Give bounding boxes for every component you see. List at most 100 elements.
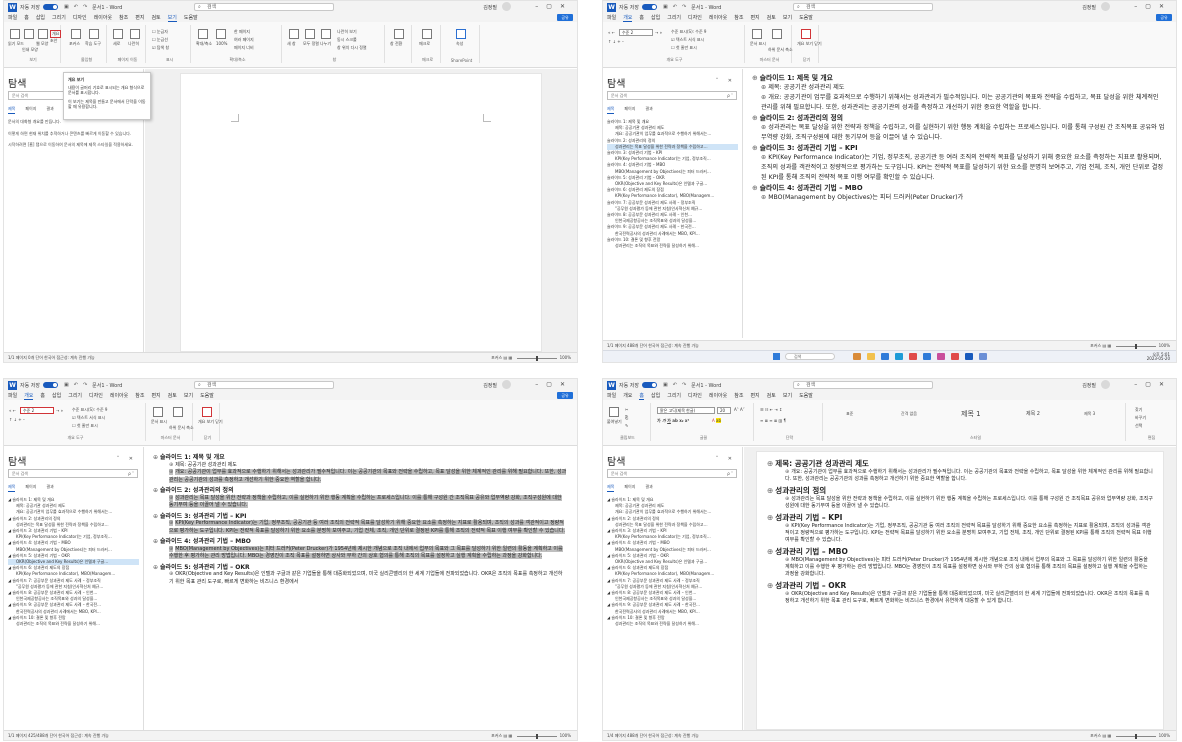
save-icon[interactable]: ▣	[663, 4, 668, 10]
select-button[interactable]: 선택	[1135, 423, 1142, 429]
bullet-icon[interactable]: ⊕	[761, 94, 766, 101]
undo-icon[interactable]: ↶	[74, 382, 78, 388]
menu-outline[interactable]: 개요	[623, 392, 632, 399]
redo-icon[interactable]: ↷	[682, 4, 686, 10]
menu-file[interactable]: 파일	[8, 392, 17, 399]
outline-paragraph[interactable]: ⊕ 개요: 공공기관이 업무를 효과적으로 수행하기 위해서는 성과관리가 필수적…	[767, 469, 1153, 483]
tab-pages[interactable]: 페이지	[25, 106, 36, 114]
outline-paragraph[interactable]: ⊕ 개요: 공공기관이 업무를 효과적으로 수행하기 위해서는 성과관리가 필수적…	[752, 93, 1166, 113]
read-mode-icon[interactable]	[10, 29, 20, 39]
folder-icon[interactable]	[867, 353, 875, 360]
tab-pages[interactable]: 페이지	[25, 484, 36, 492]
menu-references[interactable]: 참조	[734, 14, 743, 21]
nav-pane-controls[interactable]: ˅ ✕	[117, 456, 137, 462]
avatar[interactable]	[502, 2, 511, 11]
nav-search-input[interactable]: 문서 검색	[607, 91, 737, 100]
first-line-checkbox[interactable]: ☐ 첫 줄만 표시	[72, 423, 98, 429]
undo-icon[interactable]: ↶	[74, 4, 78, 10]
outline-heading[interactable]: ⊕ 슬라이드 1: 제목 및 개요	[752, 73, 1166, 83]
list-buttons[interactable]: ☰ ☷ ⇤ ⇥ ↕	[760, 407, 782, 412]
undo-icon[interactable]: ↶	[673, 382, 677, 388]
menu-draw[interactable]: 그리기	[68, 392, 82, 399]
tab-headings[interactable]: 제목	[607, 106, 615, 114]
taskbar-search[interactable]: 검색	[785, 353, 835, 360]
outline-paragraph[interactable]: ⊕ 성과관리는 목표 달성을 위한 전략과 정책을 수립하고, 이를 실현하기 위…	[153, 494, 567, 510]
autosave-toggle[interactable]	[43, 382, 58, 388]
save-icon[interactable]: ▣	[64, 382, 69, 388]
zoom-slider[interactable]	[516, 733, 557, 739]
bullet-icon[interactable]: ⊕	[169, 462, 173, 468]
show-document-icon[interactable]	[752, 29, 762, 39]
document-content[interactable]: ⊕ 제목: 공공기관 성과관리 제도 ⊕ 개요: 공공기관이 업무를 효과적으로 수행…	[767, 456, 1153, 605]
app-icon[interactable]	[937, 353, 945, 360]
bullet-icon[interactable]: ⊕	[169, 469, 174, 475]
focus-button[interactable]: 포커스	[491, 355, 502, 360]
close-outline-icon[interactable]	[801, 29, 811, 39]
font-size-select[interactable]: 20	[717, 407, 731, 414]
outline-heading[interactable]: ⊕ 슬라이드 2: 성과관리의 정의	[153, 487, 567, 495]
bullet-icon[interactable]: ⊕	[169, 494, 174, 501]
outline-level-select[interactable]: 수준 2	[619, 29, 653, 36]
tab-pages[interactable]: 페이지	[624, 106, 635, 114]
app-icon[interactable]	[979, 353, 987, 360]
font-name-select[interactable]: 맑은 고딕(제목 한글)	[657, 407, 715, 414]
replace-button[interactable]: 바꾸기	[1135, 415, 1146, 421]
collapse-subdocs-icon[interactable]	[173, 407, 183, 417]
share-button[interactable]: 공유	[557, 14, 573, 21]
promote-arrows-icon[interactable]: « ←	[608, 30, 615, 35]
promote-arrows-icon[interactable]: « ←	[9, 408, 16, 413]
redo-icon[interactable]: ↷	[682, 382, 686, 388]
menu-file[interactable]: 파일	[607, 392, 616, 399]
show-format-checkbox[interactable]: ☑ 텍스트 서식 표시	[671, 37, 704, 43]
align-buttons[interactable]: ≡ ≣ ≡ ≣ ▥ ¶	[760, 418, 786, 423]
font-style-buttons[interactable]: 가 가 가 ab x₂ x²	[657, 418, 689, 424]
outline-content[interactable]: ⊕ 슬라이드 1: 제목 및 개요 ⊕ 제목: 공공기관 성과관리 제도 ⊕ 개요: 공공…	[153, 451, 567, 586]
bullet-icon[interactable]: ⊕	[785, 496, 789, 502]
nav-heading-item[interactable]: 성과관리는 조직의 목표와 전략을 달성하기 위해…	[607, 243, 738, 249]
move-arrows-icon[interactable]: ↑ ↓ + –	[9, 417, 25, 422]
menu-draw[interactable]: 그리기	[667, 14, 681, 21]
outline-paragraph[interactable]: ⊕ OKR(Objective and Key Results)은 인텔과 구글과…	[153, 571, 567, 586]
menu-home[interactable]: 홈	[40, 392, 45, 399]
menu-view[interactable]: 보기	[184, 392, 193, 399]
focus-icon[interactable]	[71, 29, 81, 39]
zoom-level[interactable]: 100%	[560, 355, 571, 360]
collapse-subdocs-icon[interactable]	[772, 29, 782, 39]
outline-paragraph[interactable]: ⊕ MBO(Management by Objectives)는 피터 드러커(P…	[153, 545, 567, 561]
tab-headings[interactable]: 제목	[607, 484, 615, 492]
outline-heading[interactable]: ⊕ 슬라이드 2: 성과관리의 정의	[752, 113, 1166, 123]
bullet-icon[interactable]: ⊕	[785, 591, 789, 597]
new-window-icon[interactable]	[289, 29, 299, 39]
menu-layout[interactable]: 레이아웃	[709, 14, 727, 21]
save-icon[interactable]: ▣	[64, 4, 69, 10]
tab-results[interactable]: 결과	[46, 484, 53, 492]
menu-review[interactable]: 검토	[151, 14, 160, 21]
bullet-icon[interactable]: ⊕	[785, 523, 789, 529]
outline-heading[interactable]: ⊕ 슬라이드 3: 성과관리 기법 – KPI	[752, 143, 1166, 153]
menu-layout[interactable]: 레이아웃	[709, 392, 727, 399]
outline-button[interactable]: 개요	[50, 30, 62, 38]
zoom-slider[interactable]	[1115, 733, 1156, 739]
tab-pages[interactable]: 페이지	[624, 484, 635, 492]
share-button[interactable]: 공유	[557, 392, 573, 399]
move-arrows-icon[interactable]: ↑ ↓ + –	[608, 39, 624, 44]
learning-tools-icon[interactable]	[89, 29, 99, 39]
nav-search-input[interactable]: 문서 검색	[8, 469, 138, 478]
menu-design[interactable]: 디자인	[688, 14, 702, 21]
gridlines-checkbox[interactable]: ☐ 눈금선	[152, 37, 168, 43]
start-icon[interactable]	[773, 353, 780, 360]
outline-paragraph[interactable]: ⊕ 성과관리는 목표 달성을 위한 전략과 정책을 수립하고, 이를 실현하기 위…	[752, 123, 1166, 143]
nav-pane-controls[interactable]: ˅ ✕	[716, 456, 736, 462]
app-icon[interactable]	[923, 353, 931, 360]
page-width-button[interactable]: 페이지 너비	[234, 45, 254, 51]
menu-view[interactable]: 보기	[783, 392, 792, 399]
vertical-icon[interactable]	[113, 29, 123, 39]
expand-collapse-icon[interactable]: ⊕	[752, 114, 758, 122]
menu-references[interactable]: 참조	[135, 392, 144, 399]
draft-button[interactable]: 초안	[50, 38, 57, 44]
focus-button[interactable]: 포커스	[1090, 733, 1101, 738]
app-icon[interactable]	[853, 353, 861, 360]
arrange-all-icon[interactable]	[305, 29, 315, 39]
expand-collapse-icon[interactable]: ⊕	[752, 144, 758, 152]
menu-home[interactable]: 홈	[639, 392, 645, 400]
